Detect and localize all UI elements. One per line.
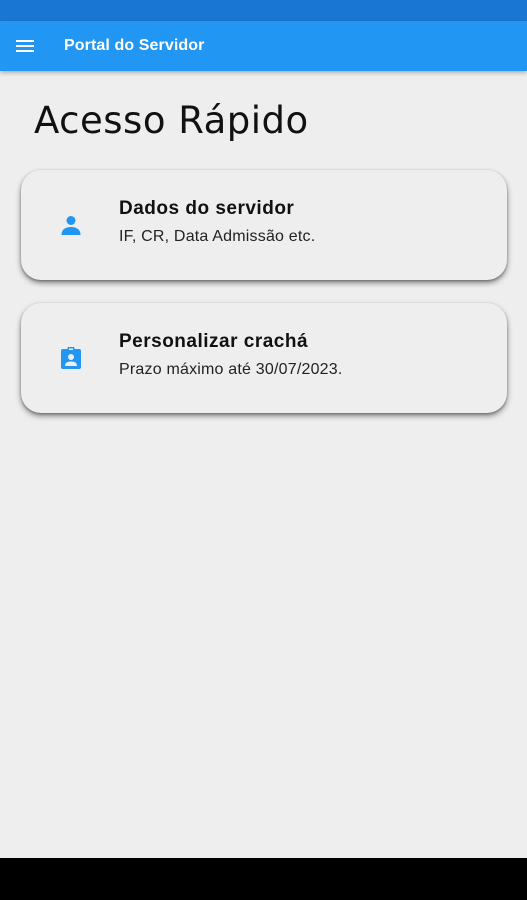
main-content: Acesso Rápido Dados do servidor IF, CR, … xyxy=(0,71,527,858)
page-title: Acesso Rápido xyxy=(34,99,309,142)
card-title: Dados do servidor xyxy=(119,198,295,219)
card-title: Personalizar crachá xyxy=(119,331,309,352)
card-dados-do-servidor[interactable]: Dados do servidor IF, CR, Data Admissão … xyxy=(21,170,507,280)
menu-icon xyxy=(16,39,34,53)
app-title: Portal do Servidor xyxy=(64,37,205,54)
person-icon xyxy=(59,213,83,237)
card-personalizar-cracha[interactable]: Personalizar crachá Prazo máximo até 30/… xyxy=(21,303,507,413)
app-bar: Portal do Servidor xyxy=(0,21,527,71)
system-navigation-bar xyxy=(0,858,527,900)
badge-icon xyxy=(59,346,83,370)
card-subtitle: Prazo máximo até 30/07/2023. xyxy=(119,361,343,378)
card-subtitle: IF, CR, Data Admissão etc. xyxy=(119,228,316,245)
menu-button[interactable] xyxy=(0,21,50,71)
status-bar xyxy=(0,0,527,21)
